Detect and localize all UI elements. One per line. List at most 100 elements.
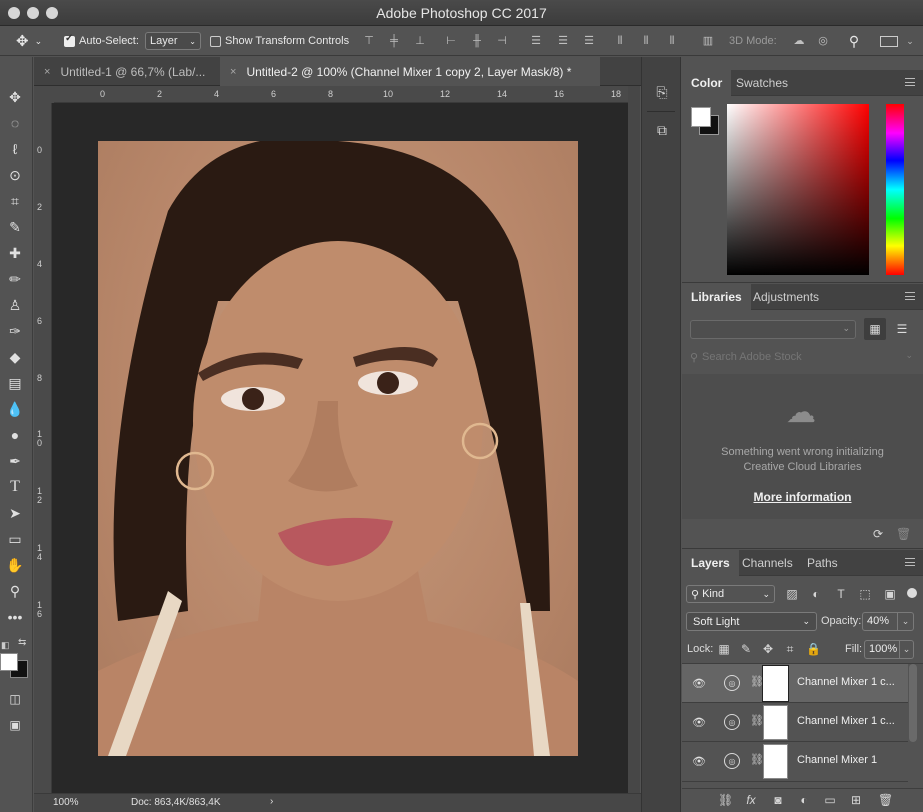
workspace-icon[interactable] [880,36,898,47]
list-view-icon[interactable]: ☰ [892,318,912,340]
lock-transparent-icon[interactable]: ▦ [718,642,730,656]
chevron-down-icon[interactable]: ⌄ [905,350,913,361]
workspace-chevron-icon[interactable]: ⌄ [904,35,916,47]
3d-orbit-icon[interactable]: ☁ [790,35,808,47]
search-icon[interactable]: ⚲ [848,34,860,48]
brush-tool-icon[interactable]: ✏ [0,267,30,291]
fill-slider-toggle[interactable]: ⌄ [900,640,914,659]
screen-mode-icon[interactable]: ▣ [0,713,30,737]
filter-type-icon[interactable]: T [834,587,848,601]
auto-select-checkbox[interactable] [64,33,75,47]
filter-shape-icon[interactable]: ⬚ [858,587,872,601]
visibility-eye-icon[interactable]: 👁 [692,716,706,729]
foreground-color-swatch[interactable] [0,653,18,671]
history-panel-icon[interactable]: ⎘ [652,84,672,101]
opacity-slider-toggle[interactable]: ⌄ [898,612,914,631]
tab-swatches[interactable]: Swatches [727,70,797,96]
document-image[interactable] [98,141,578,756]
layer-mask-thumbnail[interactable] [762,665,789,702]
lock-position-icon[interactable]: ✥ [762,642,774,656]
close-tab-icon[interactable]: × [44,66,50,78]
show-transform-checkbox[interactable] [210,35,221,47]
color-picker-field[interactable] [727,104,869,275]
history-brush-tool-icon[interactable]: ✑ [0,319,30,343]
hue-slider[interactable] [886,104,904,275]
distribute-bottom-icon[interactable]: ☰ [583,35,595,47]
lasso-tool-icon[interactable]: ℓ [0,137,30,161]
tab-layers[interactable]: Layers [682,550,739,576]
horizontal-ruler[interactable]: 0 2 4 6 8 10 12 14 16 18 [54,86,628,103]
default-colors-icon[interactable]: ◧ [1,640,10,651]
layer-mask-thumbnail[interactable] [763,705,788,740]
new-layer-icon[interactable]: ⊞ [849,793,863,807]
opacity-input[interactable]: 40% [862,612,898,631]
status-menu-arrow[interactable]: › [270,796,273,807]
layer-mask-thumbnail[interactable] [763,744,788,779]
lock-all-icon[interactable]: 🔒 [806,642,821,656]
more-information-link[interactable]: More information [682,490,923,504]
auto-select-dropdown[interactable]: Layer ⌄ [145,32,201,50]
3d-roll-icon[interactable]: ◎ [817,35,829,47]
align-bottom-icon[interactable]: ⊥ [414,35,426,47]
tab-adjustments[interactable]: Adjustments [744,284,828,310]
rectangle-tool-icon[interactable]: ▭ [0,527,30,551]
grid-view-icon[interactable]: ▦ [864,318,886,340]
layer-filter-kind[interactable]: ⚲ Kind ⌄ [686,585,775,603]
layer-row-selected[interactable]: 👁 ◎ ⛓ Channel Mixer 1 c... [682,664,908,703]
new-group-icon[interactable]: ▭ [823,793,837,807]
eyedropper-tool-icon[interactable]: ✎ [0,215,30,239]
tab-untitled-2[interactable]: × Untitled-2 @ 100% (Channel Mixer 1 cop… [220,57,600,86]
swap-colors-icon[interactable]: ⇆ [18,637,26,648]
properties-panel-icon[interactable]: ⧉ [652,122,672,139]
path-select-tool-icon[interactable]: ➤ [0,501,30,525]
align-right-icon[interactable]: ⊣ [496,35,508,47]
add-mask-icon[interactable]: ◙ [771,793,785,807]
mask-link-icon[interactable]: ⛓ [750,753,764,766]
blur-tool-icon[interactable]: 💧 [0,397,30,421]
distribute-top-icon[interactable]: ☰ [530,35,542,47]
distribute-left-icon[interactable]: ⦀ [614,35,626,47]
distribute-right-icon[interactable]: ⦀ [666,35,678,47]
mask-link-icon[interactable]: ⛓ [750,675,764,688]
more-tools-icon[interactable]: ••• [0,605,30,629]
crop-tool-icon[interactable]: ⌗ [0,189,30,213]
align-top-icon[interactable]: ⊤ [363,35,375,47]
layer-row[interactable]: 👁 ◎ ⛓ Channel Mixer 1 [682,742,908,782]
visibility-eye-icon[interactable]: 👁 [692,755,706,768]
layer-name[interactable]: Channel Mixer 1 c... [797,676,895,688]
lock-image-icon[interactable]: ✎ [740,642,752,656]
distribute-hcenter-icon[interactable]: ⦀ [640,35,652,47]
zoom-level[interactable]: 100% [53,797,79,808]
mask-link-icon[interactable]: ⛓ [750,714,764,727]
distribute-vcenter-icon[interactable]: ☰ [557,35,569,47]
layer-row[interactable]: 👁 ◎ ⛓ Channel Mixer 1 c... [682,703,908,742]
layers-scrollbar[interactable] [909,664,917,742]
tab-color[interactable]: Color [682,70,732,96]
blend-mode-dropdown[interactable]: Soft Light ⌄ [686,612,817,631]
vertical-ruler[interactable]: 0 2 4 6 8 10 12 14 16 [34,103,52,793]
tab-untitled-1[interactable]: × Untitled-1 @ 66,7% (Lab/... [34,57,220,86]
align-vcenter-icon[interactable]: ╪ [388,35,400,47]
tab-channels[interactable]: Channels [733,550,802,576]
pen-tool-icon[interactable]: ✒ [0,449,30,473]
auto-align-icon[interactable]: ▥ [702,35,714,47]
type-tool-icon[interactable]: T [0,475,30,499]
move-tool-icon[interactable]: ✥ [0,85,30,109]
canvas-vertical-scrollbar[interactable] [628,86,640,793]
stamp-tool-icon[interactable]: ♙ [0,293,30,317]
visibility-eye-icon[interactable]: 👁 [692,677,706,690]
layer-style-icon[interactable]: fx [744,793,758,807]
quick-select-tool-icon[interactable]: ⊙ [0,163,30,187]
stock-search-input[interactable] [702,348,882,366]
panel-menu-icon[interactable] [905,78,915,86]
ruler-corner[interactable] [34,86,54,103]
align-hcenter-icon[interactable]: ╫ [471,35,483,47]
marquee-tool-icon[interactable]: ◌ [0,111,30,135]
layer-name[interactable]: Channel Mixer 1 [797,754,877,766]
new-adjustment-icon[interactable]: ◐ [797,793,811,807]
healing-brush-tool-icon[interactable]: ✚ [0,241,30,265]
filter-pixel-icon[interactable]: ▨ [785,587,799,601]
library-select[interactable]: ⌄ [690,320,856,339]
lock-artboard-icon[interactable]: ⌗ [784,642,796,657]
tab-libraries[interactable]: Libraries [682,284,751,310]
